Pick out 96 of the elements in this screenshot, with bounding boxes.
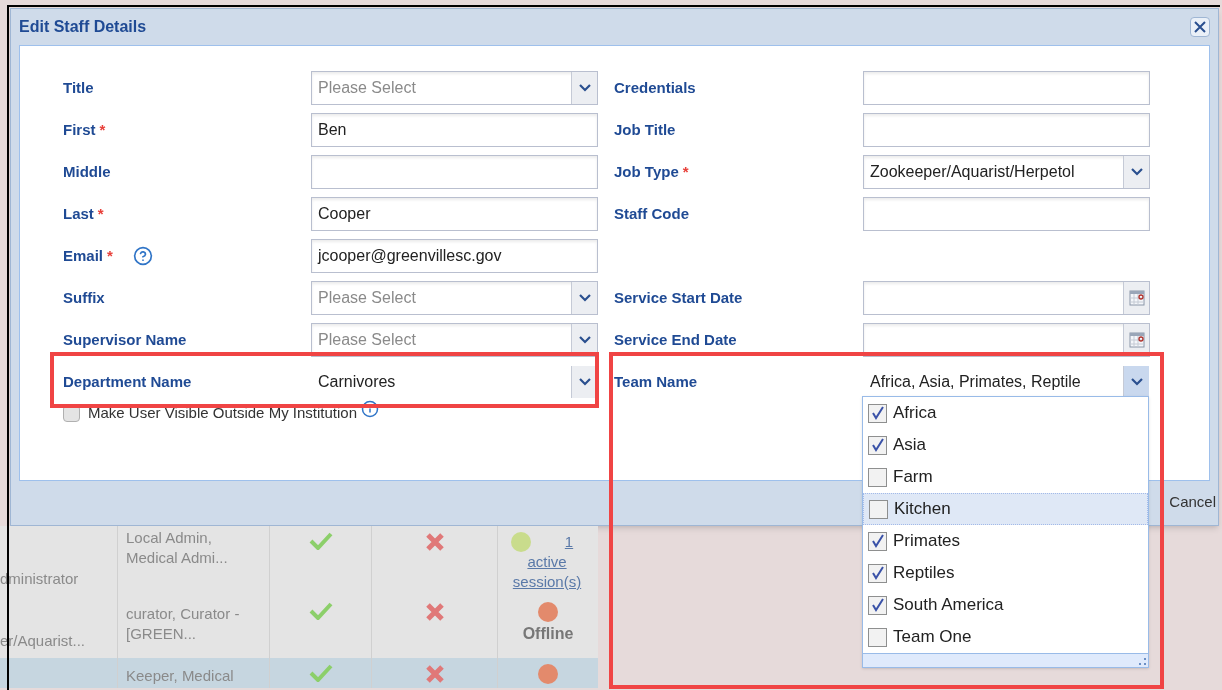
dropdown-option[interactable]: Kitchen xyxy=(863,493,1148,525)
field-label: Middle xyxy=(63,161,111,182)
field-label: Job Title xyxy=(614,119,676,140)
required-mark: * xyxy=(99,119,106,140)
dropdown-button[interactable] xyxy=(571,72,597,104)
status-text: Offline xyxy=(522,624,574,644)
input-field[interactable] xyxy=(863,197,1150,231)
field-label: Suffix xyxy=(63,287,105,308)
table-cell-text: curator, Curator - [GREEN... xyxy=(126,604,241,644)
field-value: Africa, Asia, Primates, Reptile xyxy=(869,372,1082,392)
checkbox[interactable] xyxy=(868,531,887,551)
check-icon xyxy=(308,602,333,620)
table-cell-text: Keeper, Medical xyxy=(126,666,235,686)
field-label: Job Type xyxy=(614,161,679,182)
dropdown-button[interactable] xyxy=(571,282,597,314)
field-label: Team Name xyxy=(614,371,698,392)
field-placeholder: Please Select xyxy=(317,288,417,308)
checkbox[interactable] xyxy=(868,435,887,455)
chevron-down-icon xyxy=(1130,378,1143,386)
checkbox[interactable] xyxy=(868,595,887,615)
dropdown-option[interactable]: Team One xyxy=(863,621,1148,653)
option-label: Farm xyxy=(893,466,933,489)
field-label: Last xyxy=(63,203,94,224)
close-icon xyxy=(1194,21,1206,33)
info-icon[interactable] xyxy=(361,400,379,419)
checkbox[interactable] xyxy=(868,467,887,487)
window-title: Edit Staff Details xyxy=(19,17,147,37)
field-label: Service End Date xyxy=(614,329,737,350)
required-mark: * xyxy=(107,245,113,266)
input-field[interactable]: jcooper@greenvillesc.gov xyxy=(311,239,598,273)
input-field[interactable]: Cooper xyxy=(311,197,598,231)
field-label: Supervisor Name xyxy=(63,329,187,350)
input-field[interactable] xyxy=(311,155,598,189)
dropdown-option[interactable]: South America xyxy=(863,589,1148,621)
select-field[interactable]: Please Select xyxy=(311,281,598,315)
help-icon[interactable] xyxy=(132,246,153,266)
chevron-down-icon xyxy=(578,336,591,344)
checkbox-label: Make User Visible Outside My Institution xyxy=(88,403,357,423)
field-value: jcooper@greenvillesc.gov xyxy=(316,246,503,266)
resize-grip-icon[interactable] xyxy=(1139,658,1146,665)
cross-icon xyxy=(424,664,445,684)
dropdown-option[interactable]: Africa xyxy=(863,397,1148,429)
option-label: Primates xyxy=(893,530,961,553)
dropdown-option[interactable]: Primates xyxy=(863,525,1148,557)
option-label: South America xyxy=(893,594,1004,617)
field-label: Email xyxy=(63,245,104,266)
input-field[interactable] xyxy=(863,71,1150,105)
chevron-down-icon xyxy=(578,378,591,386)
field-label: Service Start Date xyxy=(614,287,743,308)
dropdown-button[interactable] xyxy=(1123,156,1149,188)
field-value: Carnivores xyxy=(317,372,397,392)
option-label: Reptiles xyxy=(893,562,955,585)
field-label: First xyxy=(63,119,96,140)
checkbox[interactable] xyxy=(869,499,888,519)
checkbox[interactable] xyxy=(868,563,887,583)
dropdown-option[interactable]: Reptiles xyxy=(863,557,1148,589)
required-mark: * xyxy=(682,161,689,182)
option-label: Kitchen xyxy=(894,498,951,521)
chevron-down-icon xyxy=(578,294,591,302)
input-field[interactable] xyxy=(863,113,1150,147)
field-label: Staff Code xyxy=(614,203,689,224)
dropdown-button[interactable] xyxy=(1123,366,1149,398)
field-label: Title xyxy=(63,77,94,98)
calendar-button[interactable] xyxy=(1123,282,1149,314)
calendar-icon xyxy=(1128,290,1145,306)
cross-icon xyxy=(424,602,445,622)
select-field[interactable]: Zookeeper/Aquarist/Herpetol xyxy=(863,155,1150,189)
option-label: Team One xyxy=(893,626,972,649)
dropdown-option[interactable]: Farm xyxy=(863,461,1148,493)
required-mark: * xyxy=(97,203,104,224)
field-placeholder: Please Select xyxy=(317,78,417,98)
table-cell-text: Local Admin, Medical Admi... xyxy=(126,528,229,568)
option-label: Africa xyxy=(893,402,937,425)
dropdown-option[interactable]: Asia xyxy=(863,429,1148,461)
checkbox[interactable] xyxy=(868,627,887,647)
chevron-down-icon xyxy=(1130,168,1143,176)
field-value: Zookeeper/Aquarist/Herpetol xyxy=(869,162,1076,182)
chevron-down-icon xyxy=(578,84,591,92)
cancel-button[interactable]: Cancel xyxy=(1169,491,1216,514)
check-icon xyxy=(308,532,333,550)
option-label: Asia xyxy=(893,434,927,457)
checkbox[interactable] xyxy=(868,403,887,423)
field-label: Credentials xyxy=(614,77,696,98)
dropdown-button[interactable] xyxy=(571,366,597,398)
sessions-link[interactable]: 1 active session(s) xyxy=(509,532,585,592)
cross-icon xyxy=(424,532,445,552)
field-value: Cooper xyxy=(317,204,372,224)
input-field[interactable]: Ben xyxy=(311,113,598,147)
check-icon xyxy=(308,664,333,682)
calendar-icon xyxy=(1128,332,1145,348)
field-value: Ben xyxy=(317,120,348,140)
field-label: Department Name xyxy=(63,371,192,392)
field-placeholder: Please Select xyxy=(317,330,417,350)
close-button[interactable] xyxy=(1190,17,1210,37)
select-field[interactable]: Please Select xyxy=(311,71,598,105)
date-field[interactable] xyxy=(863,281,1150,315)
